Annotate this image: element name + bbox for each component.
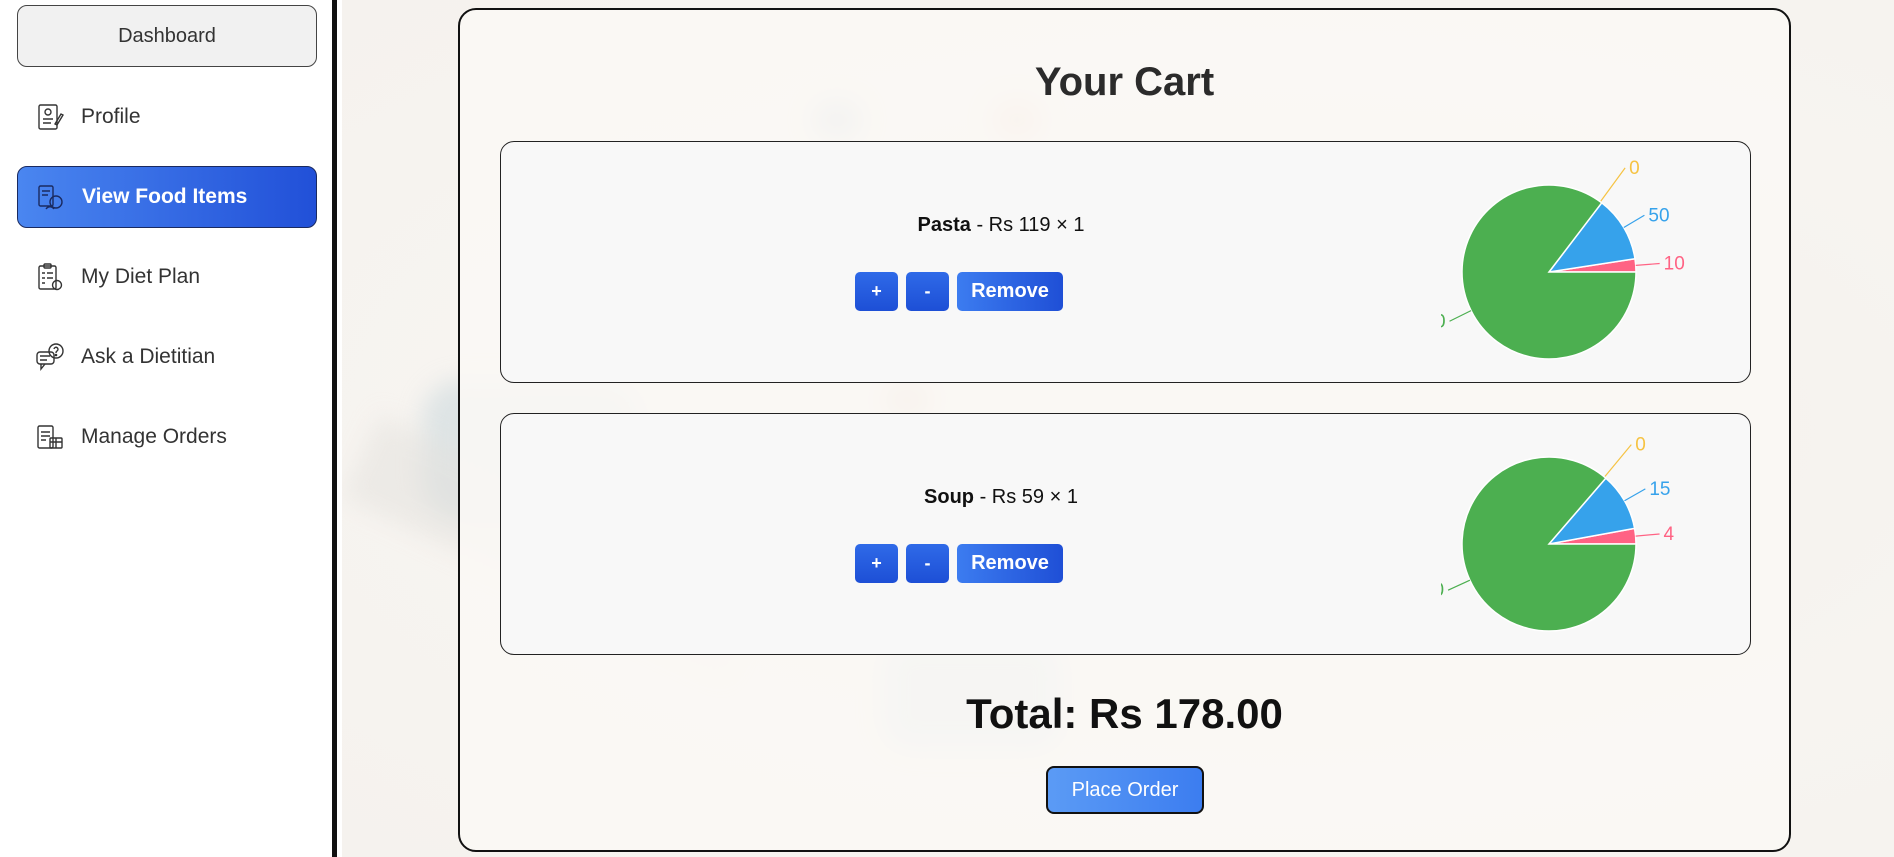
pie-leader-blue	[1624, 488, 1646, 502]
pie-label-yellow: 0	[1635, 435, 1646, 456]
pie-leader-pink	[1635, 533, 1660, 537]
sidebar-item-label: Profile	[81, 105, 141, 128]
pie-label-pink: 4	[1664, 524, 1675, 545]
pie-leader-green	[1449, 310, 1472, 322]
item-price-qty: - Rs 119 × 1	[970, 214, 1085, 236]
sidebar-item-ask-a-dietitian[interactable]: Ask a Dietitian	[17, 326, 317, 388]
cart-title: Your Cart	[1034, 60, 1215, 104]
sidebar-item-label: View Food Items	[82, 185, 248, 208]
diet-plan-icon	[35, 262, 65, 292]
sidebar-item-label: Ask a Dietitian	[81, 345, 216, 368]
pie-leader-pink	[1635, 262, 1660, 266]
cart-item-card: Soup - Rs 59 × 1 + - Remove 4 15 0 120	[500, 413, 1751, 655]
decrease-quantity-button[interactable]: -	[906, 544, 949, 583]
item-price-qty: - Rs 59 × 1	[974, 486, 1078, 508]
pie-label-yellow: 0	[1629, 158, 1640, 179]
item-description: Pasta - Rs 119 × 1	[801, 214, 1201, 237]
pie-label-pink: 10	[1664, 254, 1685, 275]
pie-leader-green	[1447, 579, 1471, 591]
remove-item-button[interactable]: Remove	[957, 544, 1063, 583]
nutrition-pie-chart: 4 15 0 120	[1441, 435, 1675, 632]
sidebar-item-label: Manage Orders	[81, 425, 227, 448]
pie-leader-yellow	[1599, 167, 1626, 203]
pie-leader-blue	[1623, 214, 1645, 229]
cart-panel: Your Cart Pasta - Rs 119 × 1 + - Remove …	[458, 8, 1791, 852]
remove-item-button[interactable]: Remove	[957, 272, 1063, 311]
dashboard-button[interactable]: Dashboard	[17, 5, 317, 67]
increase-quantity-button[interactable]: +	[855, 272, 898, 311]
sidebar-item-profile[interactable]: Profile	[17, 86, 317, 148]
pie-label-green: 120	[1441, 580, 1444, 601]
item-name: Soup	[924, 486, 975, 508]
pie-label-green: 350	[1441, 311, 1446, 332]
pie-label-blue: 50	[1648, 205, 1669, 226]
pie-leader-yellow	[1604, 444, 1632, 478]
chat-question-icon	[35, 342, 65, 372]
sidebar: Dashboard Profile View Food Items My Die…	[0, 0, 337, 857]
profile-icon	[35, 102, 65, 132]
item-description: Soup - Rs 59 × 1	[801, 486, 1201, 509]
orders-icon	[35, 422, 65, 452]
nutrition-pie-chart: 10 50 0 350	[1441, 158, 1685, 360]
pie-label-blue: 15	[1649, 479, 1670, 500]
sidebar-item-my-diet-plan[interactable]: My Diet Plan	[17, 246, 317, 308]
place-order-button[interactable]: Place Order	[1046, 766, 1204, 814]
sidebar-item-manage-orders[interactable]: Manage Orders	[17, 406, 317, 468]
increase-quantity-button[interactable]: +	[855, 544, 898, 583]
decrease-quantity-button[interactable]: -	[906, 272, 949, 311]
item-name: Pasta	[917, 214, 971, 236]
food-items-icon	[36, 182, 66, 212]
sidebar-item-view-food-items[interactable]: View Food Items	[17, 166, 317, 228]
cart-item-card: Pasta - Rs 119 × 1 + - Remove 10 50 0 350	[500, 141, 1751, 383]
cart-total: Total: Rs 178.00	[966, 690, 1283, 737]
sidebar-item-label: My Diet Plan	[81, 265, 201, 288]
